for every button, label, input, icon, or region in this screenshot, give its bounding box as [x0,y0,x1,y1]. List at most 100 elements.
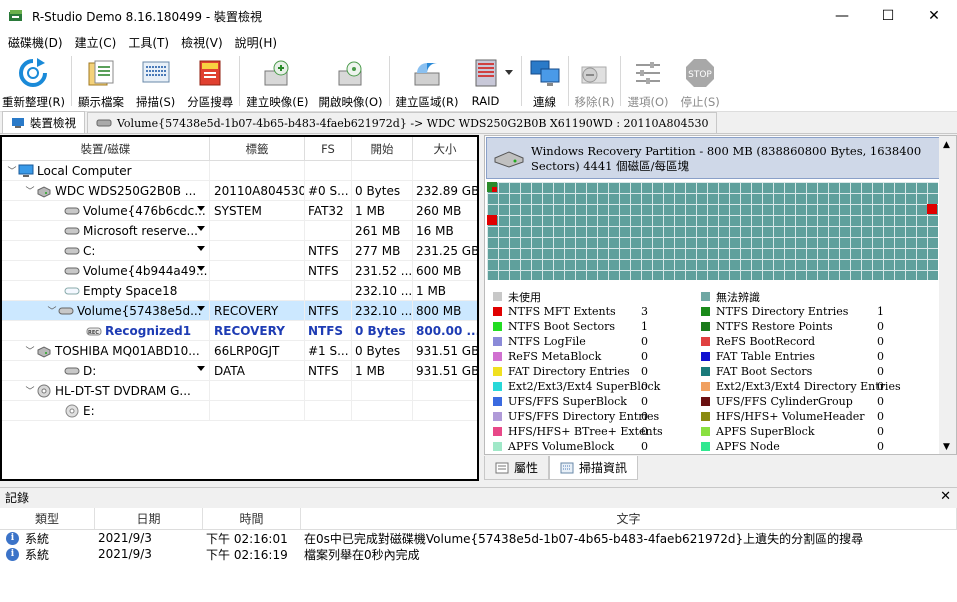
scroll-down-icon[interactable]: ▼ [943,442,950,452]
legend-label: UFS/FFS Directory Entries [508,410,660,423]
menu-drive[interactable]: 磁碟機(D) [2,34,69,51]
menu-bar: 磁碟機(D) 建立(C) 工具(T) 檢視(V) 說明(H) [0,32,957,52]
tree-fs: FAT32 [305,200,352,221]
minimize-button[interactable]: — [819,0,865,32]
col-type[interactable]: 類型 [0,508,95,529]
legend-swatch [701,412,710,421]
options-button[interactable]: 選項(O) [627,52,669,110]
legend-count: 0 [641,335,648,348]
create-image-icon [260,56,294,90]
tree-row-volume-recovery[interactable]: ﹀ Volume{57438e5d... RECOVERY NTFS 232.1… [2,300,477,321]
chevron-down-icon[interactable]: ﹀ [46,304,58,317]
tree-row-d-drive[interactable]: D: DATA NTFS 1 MB 931.51 GB [2,360,477,381]
chevron-down-icon[interactable]: ﹀ [24,344,36,357]
chevron-down-icon[interactable] [197,205,205,211]
tree-row-dvd-drive[interactable]: ﹀ HL-DT-ST DVDRAM G... [2,380,477,401]
tree-name: TOSHIBA MQ01ABD10... [55,343,200,358]
close-button[interactable]: ✕ [911,0,957,32]
refresh-button[interactable]: 重新整理(R) [2,52,65,110]
hard-disk-icon [494,151,524,168]
tree-row-volume-system[interactable]: Volume{476b6cdc... SYSTEM FAT32 1 MB 260… [2,200,477,221]
remove-label: 移除(R) [574,95,615,109]
stop-button[interactable]: STOP 停止(S) [681,52,720,110]
open-image-button[interactable]: 開啟映像(O) [319,52,383,110]
legend-swatch [493,397,502,406]
tree-name: Volume{4b944a49... [83,263,208,278]
tab-device-view[interactable]: 裝置檢視 [2,111,85,133]
tree-row-local-computer[interactable]: ﹀ Local Computer [2,160,477,181]
tree-row-c-drive[interactable]: C: NTFS 277 MB 231.25 GB [2,240,477,261]
col-size[interactable]: 大小 [413,137,477,160]
tree-row-wdc-disk[interactable]: ﹀ WDC WDS250G2B0B ... 20110A804530 #0 S.… [2,180,477,201]
col-text[interactable]: 文字 [301,508,957,529]
log-row[interactable]: i 系統 2021/9/3 下午 02:16:01 在0s中已完成對磁碟機Volu… [0,530,957,546]
chevron-down-icon[interactable] [197,225,205,231]
menu-create[interactable]: 建立(C) [69,34,123,51]
info-tabs: 屬性 掃描資訊 [484,456,639,480]
show-files-button[interactable]: 顯示檔案 [78,52,124,110]
refresh-icon [16,56,50,90]
maximize-button[interactable]: ☐ [865,0,911,32]
legend-item: ReFS BootRecord 0 [701,334,884,349]
col-time[interactable]: 時間 [203,508,301,529]
menu-help[interactable]: 說明(H) [229,34,283,51]
tree-label [210,160,305,181]
tree-size [413,381,477,401]
tab-scan-info[interactable]: 掃描資訊 [549,456,639,480]
remove-button[interactable]: 移除(R) [574,52,615,110]
scan-button[interactable]: 掃描(S) [136,52,175,110]
chevron-down-icon[interactable] [197,245,205,251]
legend-swatch [493,337,502,346]
chevron-down-icon[interactable]: ﹀ [24,184,36,197]
menu-tools[interactable]: 工具(T) [122,34,175,51]
cluster-map[interactable] [487,182,938,280]
col-label[interactable]: 標籤 [210,137,305,160]
col-device[interactable]: 裝置/磁碟 [2,137,210,160]
tree-size: 231.25 GB [416,243,477,258]
tree-start [352,380,413,401]
tree-row-toshiba-disk[interactable]: ﹀ TOSHIBA MQ01ABD10... 66LRP0GJT #1 S...… [2,340,477,361]
raid-button[interactable]: RAID [469,52,503,110]
info-icon: i [6,547,19,561]
breadcrumb: Volume{57438e5d-1b07-4b65-b483-4faeb6219… [117,116,709,130]
tree-label: 20110A804530 [210,180,305,201]
options-label: 選項(O) [627,95,669,109]
chevron-down-icon[interactable] [197,365,205,371]
tab-breadcrumb[interactable]: Volume{57438e5d-1b07-4b65-b483-4faeb6219… [87,112,718,133]
cluster-cell-mft [487,215,497,225]
toolbar-separator [520,56,522,106]
tree-row-empty-space[interactable]: Empty Space18 232.10 ... 1 MB [2,280,477,301]
tree-row-recognized[interactable]: REC Recognized1 RECOVERY NTFS 0 Bytes 80… [2,320,477,341]
tree-row-ms-reserved[interactable]: Microsoft reserve... 261 MB 16 MB [2,220,477,241]
col-start[interactable]: 開始 [352,137,413,160]
toolbar: 重新整理(R) 顯示檔案 掃描(S) 分區搜尋 建立映像(E) 開啟映像(O) … [0,52,957,112]
vertical-scrollbar[interactable]: ▲ ▼ [939,136,956,454]
legend-swatch [493,427,502,436]
legend-swatch [701,337,710,346]
connect-button[interactable]: 連線 [528,52,562,110]
raid-dropdown[interactable] [503,52,515,110]
tree-row-volume-4b94[interactable]: Volume{4b944a49... NTFS 231.52 ... 600 M… [2,260,477,281]
tab-properties[interactable]: 屬性 [484,456,550,480]
tree-size: 16 MB [416,223,454,238]
menu-view[interactable]: 檢視(V) [175,34,229,51]
close-icon[interactable]: ✕ [940,489,951,504]
volume-icon [58,307,74,314]
partition-header-text: Windows Recovery Partition - 800 MB (838… [531,144,922,173]
partition-search-button[interactable]: 分區搜尋 [187,52,233,110]
view-tabs: 裝置檢視 Volume{57438e5d-1b07-4b65-b483-4fae… [0,111,957,134]
chevron-down-icon[interactable]: ﹀ [24,384,36,397]
create-image-button[interactable]: 建立映像(E) [246,52,309,110]
legend-item: NTFS Directory Entries 1 [701,304,884,319]
create-region-label: 建立區域(R) [395,95,459,109]
col-date[interactable]: 日期 [95,508,203,529]
chevron-down-icon[interactable]: ﹀ [6,164,18,177]
tree-row-e-drive[interactable]: E: [2,400,477,421]
col-fs[interactable]: FS [305,137,352,160]
scroll-up-icon[interactable]: ▲ [943,140,950,150]
chevron-down-icon[interactable] [197,305,205,311]
create-region-button[interactable]: 建立區域(R) [396,52,459,110]
log-row[interactable]: i 系統 2021/9/3 下午 02:16:19 檔案列舉在0秒內完成 [0,546,957,562]
tree-start: 1 MB [352,200,413,221]
chevron-down-icon[interactable] [197,265,205,271]
